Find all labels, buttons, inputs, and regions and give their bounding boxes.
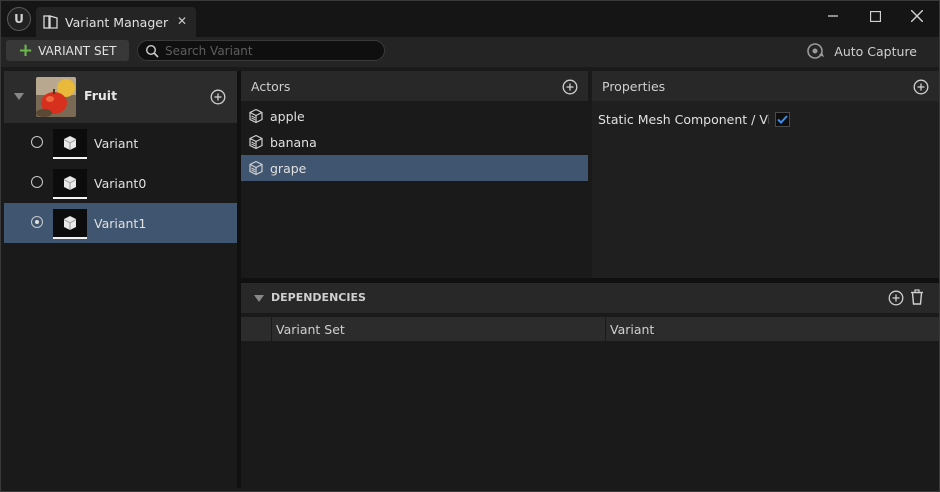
variant-manager-window: U Variant Manager ✕ + VARIANT SET Search… [0,0,940,492]
variant-active-radio[interactable] [31,136,43,148]
actor-name: apple [270,108,305,124]
variant-manager-icon [42,13,60,31]
variant-label: Variant0 [94,176,147,191]
search-input[interactable] [165,43,375,58]
static-mesh-icon [249,160,263,176]
collapse-arrow-icon[interactable] [14,93,24,100]
tab-close-icon[interactable]: ✕ [177,14,187,28]
search-box[interactable] [137,40,385,61]
variant-set-name: Fruit [84,88,118,103]
maximize-button[interactable] [855,5,895,27]
column-header-variant[interactable]: Variant [605,317,940,341]
column-label: Variant [610,321,655,337]
tab-variant-manager[interactable]: Variant Manager ✕ [36,7,196,37]
variant-list-panel: Fruit Variant Variant0 Variant1 [4,71,237,488]
checkmark-icon [777,114,788,124]
cube-icon [63,176,77,190]
minimize-button[interactable] [813,5,853,27]
variant-thumbnail [53,129,87,159]
add-dependency-icon[interactable] [888,290,904,310]
variant-thumbnail [53,209,87,239]
trash-icon[interactable] [910,289,924,309]
add-variant-set-label: VARIANT SET [38,43,117,58]
variant-label: Variant [94,136,139,151]
variant-row[interactable]: Variant [4,123,237,163]
dependencies-title: DEPENDENCIES [271,291,366,304]
auto-capture-label: Auto Capture [834,43,917,59]
cube-icon [63,216,77,230]
variant-active-radio[interactable] [31,216,43,228]
column-header-variant-set[interactable]: Variant Set [271,317,606,341]
properties-title: Properties [602,78,666,94]
dependencies-table-body [241,341,939,488]
add-variant-icon[interactable] [210,89,226,109]
property-checkbox[interactable] [775,111,790,127]
variant-active-radio[interactable] [31,176,43,188]
actor-row[interactable]: grape [241,155,588,181]
variant-row[interactable]: Variant1 [4,203,237,243]
actor-row[interactable]: apple [241,103,588,129]
cube-icon [63,136,77,150]
title-bar: U Variant Manager ✕ [1,1,939,37]
static-mesh-icon [249,108,263,124]
property-row: Static Mesh Component / Visib [592,109,939,129]
actors-panel: Actors apple banana grape [241,71,588,278]
variant-thumbnail [53,169,87,199]
toolbar: + VARIANT SET Auto Capture [1,37,939,67]
dependencies-header[interactable]: DEPENDENCIES [241,283,939,313]
properties-panel: Properties Static Mesh Component / Visib [592,71,939,278]
actors-header: Actors [241,71,588,101]
plus-icon: + [18,39,34,61]
variant-set-thumbnail [36,77,76,117]
collapse-arrow-icon[interactable] [254,295,264,302]
variant-set-row[interactable]: Fruit [4,71,237,123]
unreal-logo-icon[interactable]: U [7,7,31,31]
column-label: Variant Set [276,321,345,337]
add-variant-set-button[interactable]: + VARIANT SET [6,40,129,61]
actors-title: Actors [251,78,291,94]
actor-name: grape [270,160,307,176]
properties-header: Properties [592,71,939,101]
actor-row[interactable]: banana [241,129,588,155]
add-actor-icon[interactable] [562,79,578,98]
tab-title: Variant Manager [65,14,169,30]
variant-row[interactable]: Variant0 [4,163,237,203]
variant-label: Variant1 [94,216,147,231]
add-property-icon[interactable] [913,79,929,98]
actor-name: banana [270,134,317,150]
dependencies-table-header: Variant Set Variant [241,317,939,341]
property-label: Static Mesh Component / Visib [598,111,769,127]
search-icon [145,44,159,58]
static-mesh-icon [249,134,263,150]
camera-capture-icon [807,43,825,59]
auto-capture-button[interactable]: Auto Capture [806,42,917,60]
close-window-button[interactable] [897,5,937,27]
